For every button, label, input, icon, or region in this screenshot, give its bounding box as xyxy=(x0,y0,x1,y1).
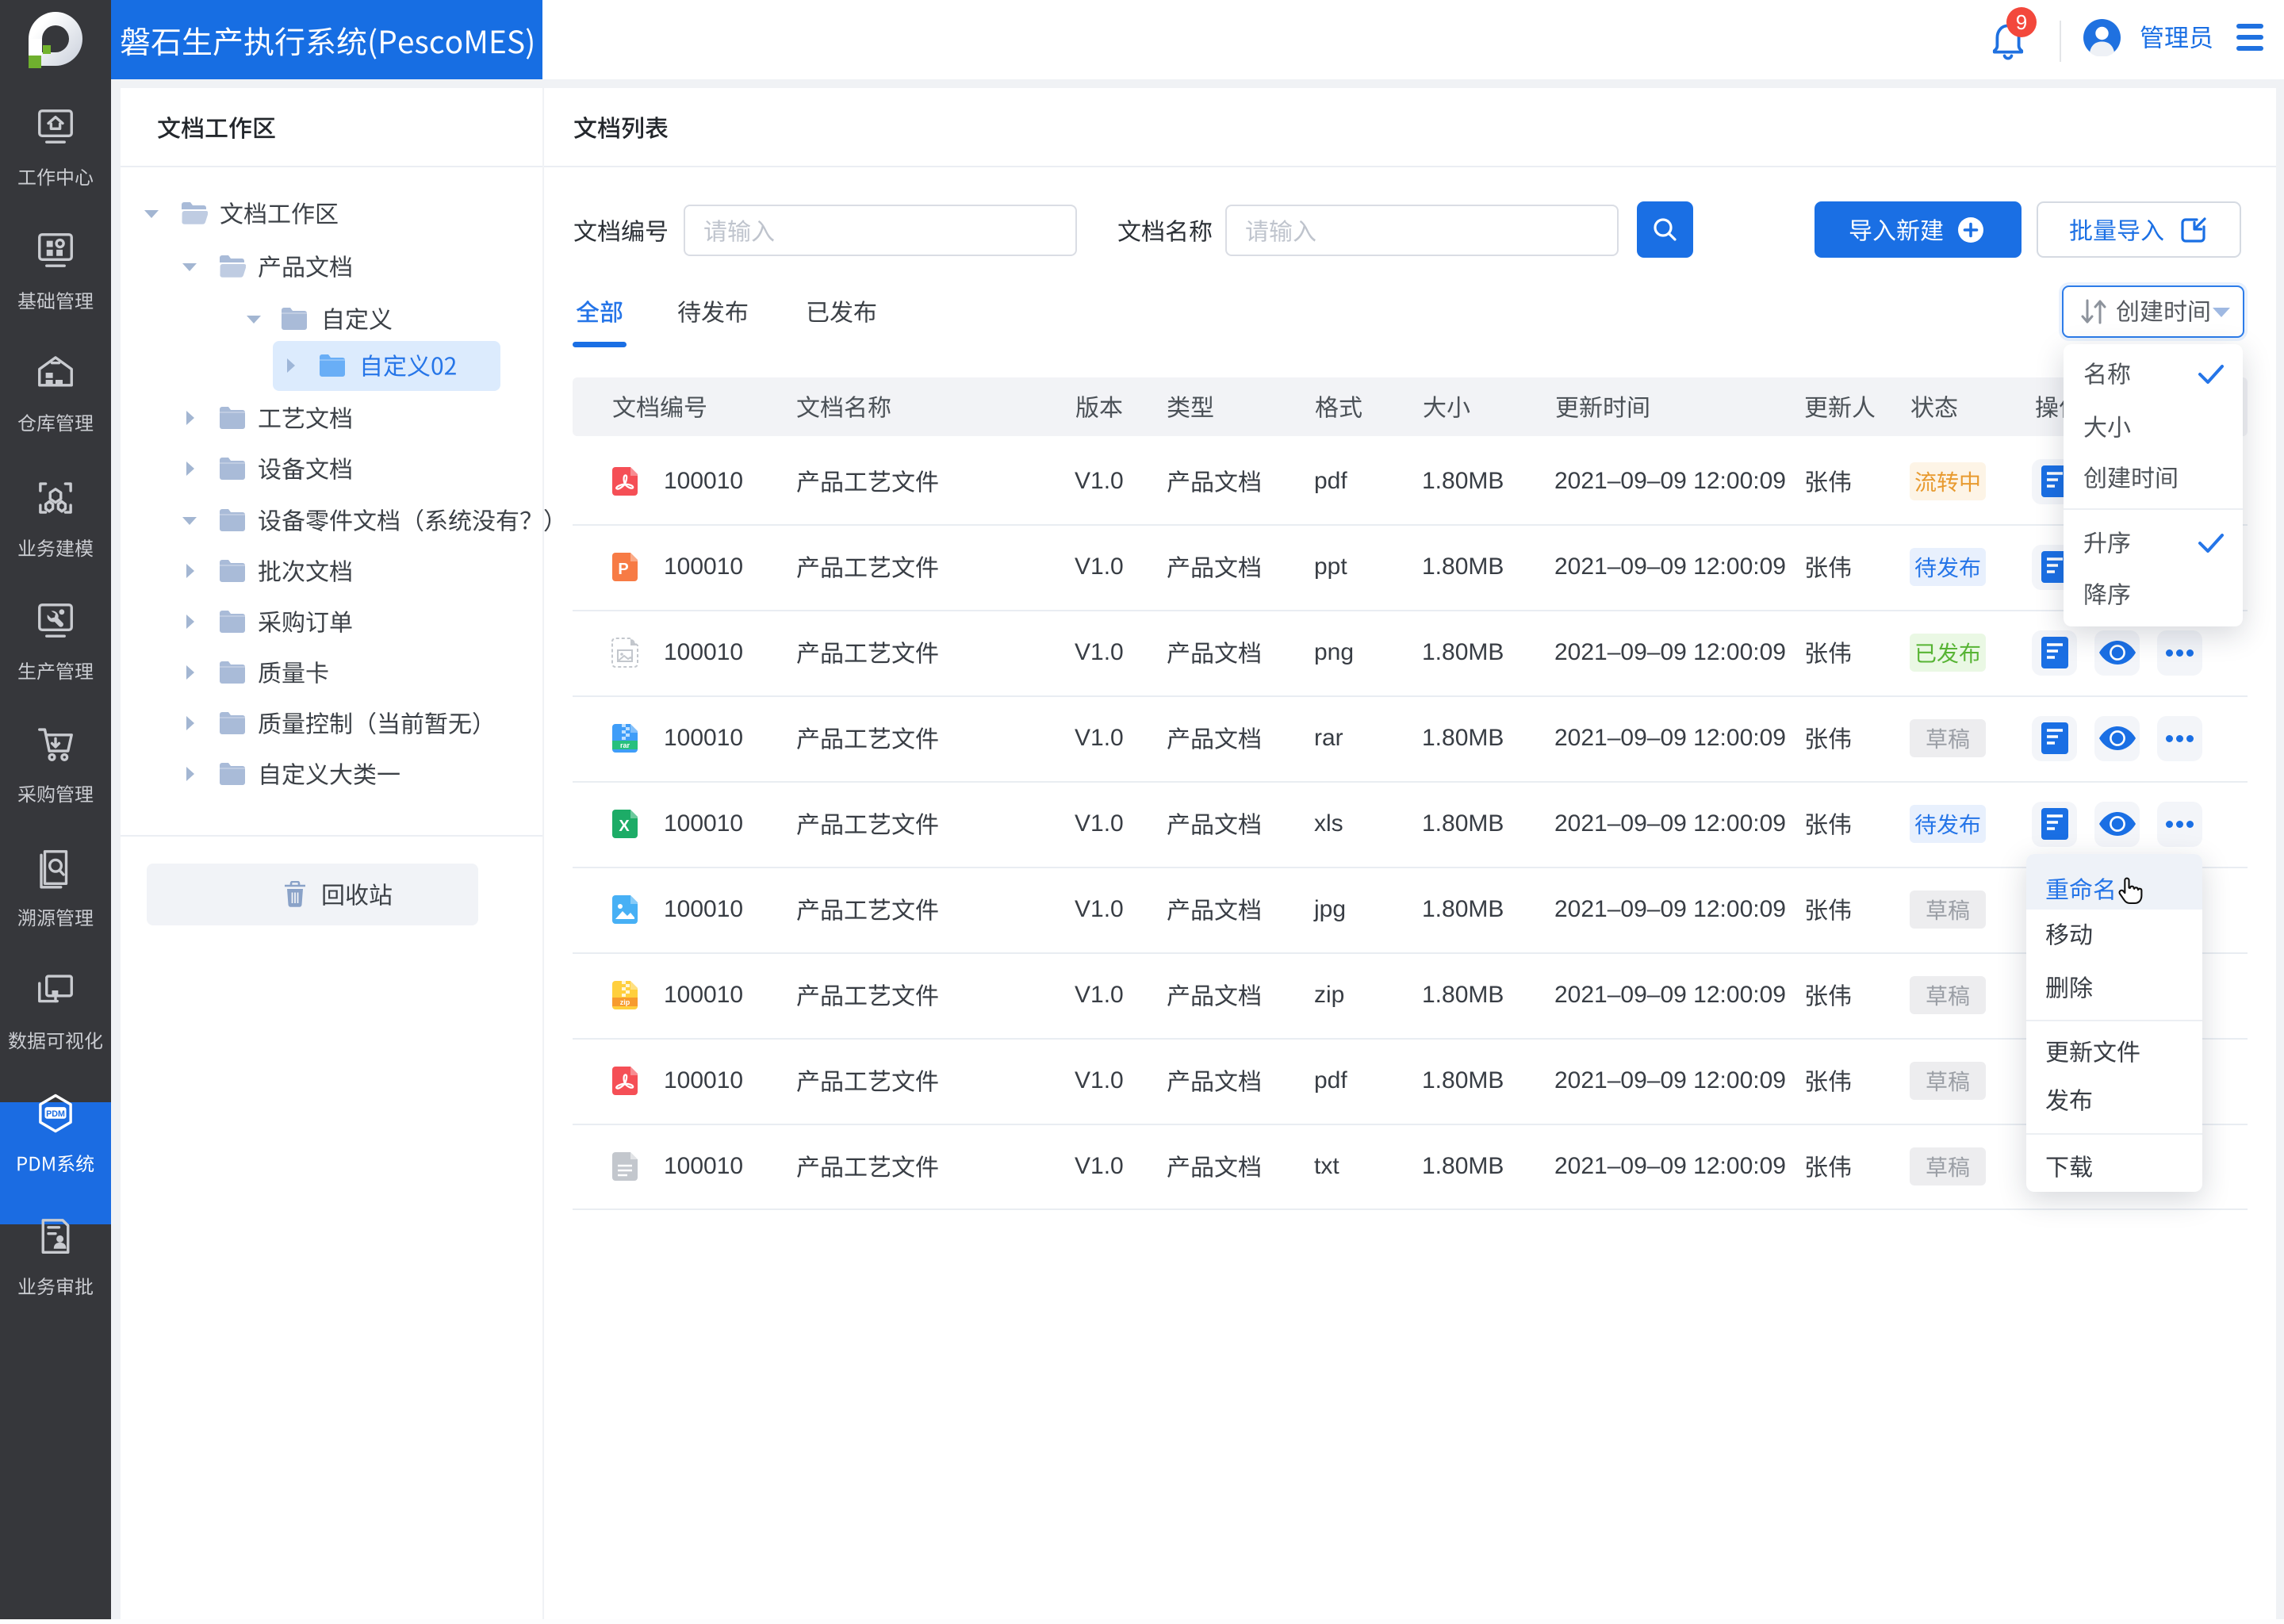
svg-text:X: X xyxy=(619,818,630,835)
svg-text:PDM: PDM xyxy=(46,1109,65,1119)
svg-text:rar: rar xyxy=(620,741,630,749)
svg-text:zip: zip xyxy=(620,998,630,1006)
svg-text:P: P xyxy=(618,561,628,578)
